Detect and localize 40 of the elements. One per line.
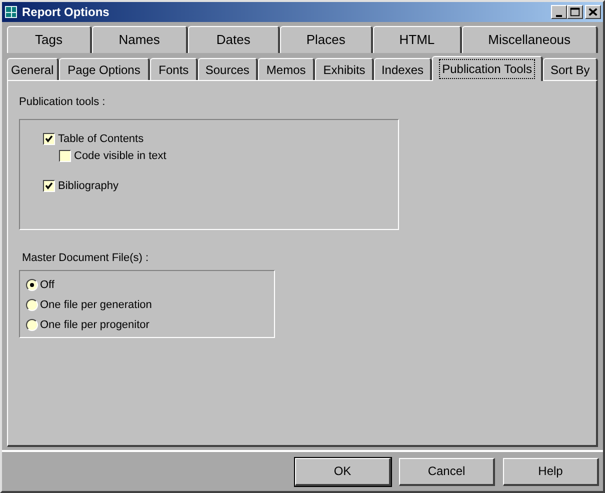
checkbox[interactable] [59,150,71,162]
checkbox-label: Bibliography [58,178,119,194]
tab[interactable]: Memos [258,58,316,80]
close-button[interactable] [585,5,601,19]
tab[interactable]: HTML [373,26,462,53]
table-icon [4,5,18,19]
tab[interactable]: Tags [7,26,92,53]
checkbox-label: Code visible in text [74,148,166,164]
minimize-icon [556,14,562,16]
tab[interactable]: Places [280,26,374,53]
dialog-button[interactable]: OK [295,458,391,486]
section-label: Master Document File(s) : [22,250,150,266]
tab[interactable]: General [7,58,59,80]
checkbox-label: Table of Contents [58,132,144,147]
tab[interactable]: Sources [198,58,258,80]
checkbox[interactable] [43,133,55,145]
checkbox[interactable] [43,180,55,192]
tab[interactable]: Page Options [58,58,150,80]
section-label: Publication tools : [19,95,106,110]
window-title: Report Options [22,4,110,21]
maximize-button[interactable] [567,5,583,19]
tab[interactable]: Indexes [374,58,432,80]
radio-label: Off [40,278,54,293]
tab[interactable]: Exhibits [315,58,374,80]
dialog-button[interactable]: Cancel [399,458,495,486]
tab[interactable]: Names [92,26,188,53]
tab[interactable]: Dates [188,26,280,53]
radio-button[interactable] [26,279,38,291]
close-icon [586,6,600,18]
radio-button[interactable] [26,319,38,331]
tab[interactable]: Publication Tools [432,56,544,81]
minimize-button[interactable] [551,5,567,19]
radio-label: One file per progenitor [40,318,150,333]
tab[interactable]: Fonts [150,58,198,80]
radio-label: One file per generation [40,298,152,313]
tab[interactable]: Sort By [543,58,598,80]
dialog-button[interactable]: Help [503,458,599,486]
radio-button[interactable] [26,299,38,311]
tab[interactable]: Miscellaneous [462,26,598,53]
maximize-icon [568,6,582,18]
